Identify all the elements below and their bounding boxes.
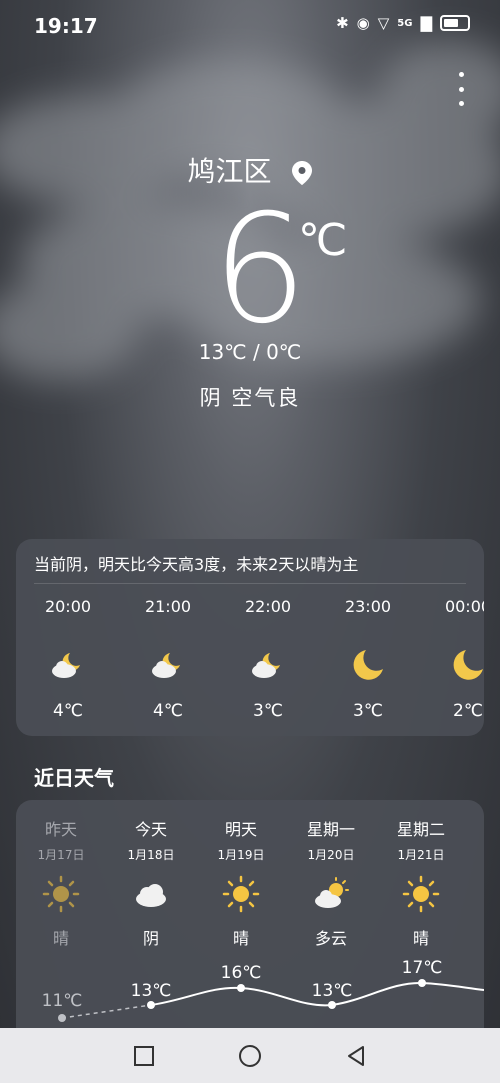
recent-apps-button[interactable]	[132, 1044, 156, 1068]
hour-time: 23:00	[344, 597, 392, 616]
status-time: 19:17	[34, 14, 98, 38]
signal-icon: ▇	[420, 14, 432, 32]
moon-icon	[453, 650, 483, 680]
day-date: 1月21日	[397, 848, 445, 862]
sun-icon	[222, 875, 260, 913]
cloud-icon	[136, 884, 166, 907]
daily-list: 昨天 1月17日 晴 今天 1月18日 阴 明天 1月19日 晴 星期一 1月2…	[16, 816, 466, 948]
network-label: 5G	[397, 17, 413, 29]
trend-label: 17℃	[402, 958, 443, 978]
sun-icon	[42, 875, 80, 913]
navigation-bar	[0, 1028, 500, 1083]
day-condition: 多云	[314, 929, 347, 948]
hourly-list[interactable]: 20:00 4℃ 21:00 4℃ 22:00 3℃ 23:00 3℃ 00:0…	[16, 597, 484, 727]
day-name: 明天	[224, 820, 257, 839]
trend-point	[328, 1001, 336, 1009]
day-condition: 晴	[52, 929, 69, 948]
dot-icon	[458, 72, 464, 77]
dot-icon	[458, 86, 464, 92]
hourly-item: 22:00 3℃	[218, 597, 318, 727]
wifi-icon: ▽	[377, 14, 390, 32]
hour-time: 21:00	[144, 597, 192, 616]
cloudy-night-icon	[52, 653, 80, 678]
location-status-icon: ◉	[356, 14, 370, 32]
dot-icon	[458, 101, 464, 106]
day-condition: 阴	[142, 929, 159, 948]
hour-temp: 2℃	[453, 701, 483, 721]
current-temperature: 6	[212, 183, 308, 357]
trend-label: 13℃	[131, 981, 172, 1001]
trend-label: 16℃	[221, 963, 262, 983]
day-name: 星期二	[396, 820, 445, 839]
trend-label: 13℃	[312, 981, 353, 1001]
day-date: 1月17日	[37, 848, 85, 862]
trend-label: 11℃	[42, 991, 83, 1011]
partly-cloudy-icon	[315, 877, 349, 908]
day-condition: 晴	[232, 929, 249, 948]
hourly-item: 20:00 4℃	[18, 597, 118, 727]
hourly-forecast-card[interactable]: 当前阴，明天比今天高3度，未来2天以晴为主 20:00 4℃ 21:00 4℃ …	[16, 539, 484, 736]
battery-icon	[440, 15, 470, 31]
day-name: 今天	[134, 820, 167, 839]
day-date: 1月20日	[307, 848, 355, 862]
daily-section-title: 近日天气	[34, 766, 114, 790]
trend-point	[418, 979, 426, 987]
day-date: 1月19日	[217, 848, 265, 862]
daily-item[interactable]: 昨天 1月17日 晴	[16, 816, 106, 948]
daily-forecast-card[interactable]: 昨天 1月17日 晴 今天 1月18日 阴 明天 1月19日 晴 星期一 1月2…	[16, 800, 484, 1028]
moon-icon	[353, 650, 383, 680]
trend-point	[147, 1001, 155, 1009]
back-button[interactable]	[344, 1044, 368, 1068]
day-name: 星期一	[306, 820, 355, 839]
hour-time: 20:00	[44, 597, 92, 616]
cloudy-night-icon	[152, 653, 180, 678]
hour-time: 22:00	[244, 597, 292, 616]
hourly-item: 00:00 2℃	[418, 597, 484, 727]
hourly-item: 21:00 4℃	[118, 597, 218, 727]
high-temp-trend: 11℃ 13℃ 16℃ 13℃ 17℃	[42, 958, 484, 1022]
divider	[34, 583, 466, 584]
daily-item[interactable]: 星期二 1月21日 晴	[376, 816, 466, 948]
hour-temp: 4℃	[53, 701, 83, 721]
daily-item[interactable]: 今天 1月18日 阴	[106, 816, 196, 948]
temperature-range: 13℃ / 0℃	[198, 340, 302, 364]
sun-icon	[402, 875, 440, 913]
day-name: 昨天	[44, 820, 77, 839]
current-condition: 阴 空气良	[199, 386, 301, 410]
trend-point	[237, 984, 245, 992]
cloudy-night-icon	[252, 653, 280, 678]
hour-temp: 3℃	[353, 701, 383, 721]
home-button[interactable]	[238, 1044, 262, 1068]
hour-temp: 4℃	[153, 701, 183, 721]
day-date: 1月18日	[127, 848, 175, 862]
daily-item[interactable]: 明天 1月19日 晴	[196, 816, 286, 948]
trend-point	[58, 1014, 66, 1022]
location-pin-icon	[292, 161, 313, 185]
hour-time: 00:00	[444, 597, 484, 616]
temperature-unit: ℃	[298, 215, 348, 266]
daily-item[interactable]: 星期一 1月20日 多云	[286, 816, 376, 948]
forecast-summary: 当前阴，明天比今天高3度，未来2天以晴为主	[34, 555, 359, 574]
more-menu-button[interactable]	[456, 72, 466, 106]
bluetooth-icon: ✱	[336, 14, 349, 32]
status-bar: 19:17 ✱ ◉ ▽ 5G ▇	[0, 0, 500, 54]
day-condition: 晴	[412, 929, 429, 948]
hourly-item: 23:00 3℃	[318, 597, 418, 727]
hour-temp: 3℃	[253, 701, 283, 721]
status-icons: ✱ ◉ ▽ 5G ▇	[336, 14, 470, 32]
